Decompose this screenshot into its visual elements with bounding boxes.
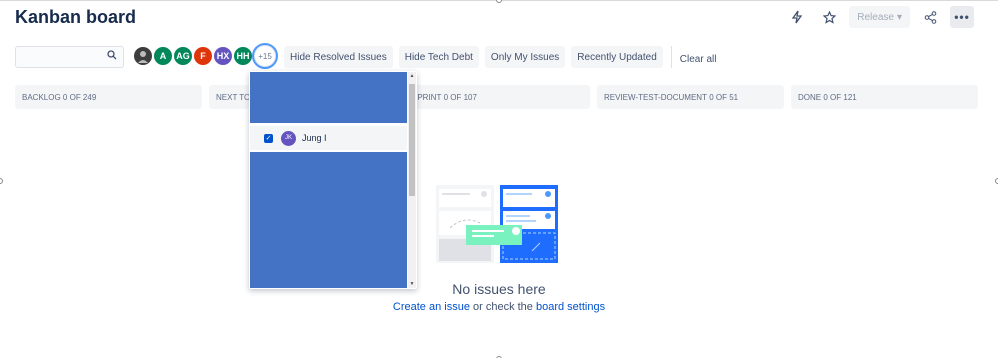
page-title: Kanban board: [15, 7, 137, 27]
filter-hide-tech-debt-button[interactable]: Hide Tech Debt: [398, 46, 479, 68]
scrollbar-thumb[interactable]: [409, 84, 415, 196]
column-name: DONE: [798, 92, 822, 102]
avatar[interactable]: A: [152, 45, 174, 67]
avatar[interactable]: F: [192, 45, 214, 67]
filter-only-my-issues-button[interactable]: Only My Issues: [484, 46, 566, 68]
column-name: BACKLOG: [22, 92, 61, 102]
assignee-dropdown: ✓ JK Jung I ▲ ▼: [249, 71, 417, 289]
search-input[interactable]: [15, 46, 124, 68]
empty-state-message: Create an issue or check the board setti…: [0, 301, 998, 313]
release-label: Release: [857, 11, 894, 23]
avatar-group: A AG F HX HH +15: [132, 43, 278, 69]
column-count: 0 of 121: [823, 92, 857, 102]
column-header-backlog: BACKLOG 0 of 249: [15, 85, 202, 109]
avatar: JK: [281, 130, 296, 146]
resize-handle[interactable]: [496, 0, 502, 3]
create-issue-link[interactable]: Create an issue: [393, 301, 470, 313]
column-count: 0 of 107: [443, 92, 477, 102]
assignee-name: Jung I: [302, 133, 327, 143]
release-button[interactable]: Release ▾: [849, 6, 910, 28]
divider: [670, 46, 672, 68]
column-name: REVIEW-TEST-DOCUMENT: [604, 92, 707, 102]
more-actions-button[interactable]: •••: [950, 6, 974, 28]
column-count: 0 of 249: [62, 92, 97, 102]
checkbox[interactable]: ✓: [264, 133, 273, 143]
avatar[interactable]: HX: [212, 45, 234, 67]
lightning-icon[interactable]: [785, 6, 809, 28]
resize-handle[interactable]: [0, 178, 3, 184]
filter-bar: A AG F HX HH +15 Hide Resolved Issues Hi…: [15, 43, 717, 69]
column-count: 0 of 51: [709, 92, 739, 102]
more-avatars-button[interactable]: +15: [252, 43, 278, 69]
board-columns: BACKLOG 0 of 249 NEXT TO SPRINT 0 of 107…: [15, 85, 978, 109]
scroll-down-icon[interactable]: ▼: [408, 280, 416, 288]
avatar[interactable]: HH: [232, 45, 254, 67]
column-name: NEXT TO: [216, 92, 251, 102]
share-icon[interactable]: [918, 6, 942, 28]
redacted-region: [250, 152, 407, 288]
assignee-option[interactable]: ✓ JK Jung I: [250, 126, 407, 150]
empty-board-illustration: [436, 185, 558, 263]
board-actions: Release ▾ •••: [785, 6, 974, 28]
star-icon[interactable]: [817, 6, 841, 28]
scrollbar[interactable]: ▲ ▼: [408, 72, 416, 288]
clear-all-link[interactable]: Clear all: [680, 54, 717, 65]
column-header-sprint: SPRINT 0 of 107: [403, 85, 590, 109]
board-settings-link[interactable]: board settings: [536, 301, 605, 313]
kanban-page: Kanban board Release ▾ ••• A AG F HX HH …: [0, 0, 998, 358]
filter-recently-updated-button[interactable]: Recently Updated: [571, 46, 663, 68]
search-icon: [107, 50, 117, 63]
column-header-done: DONE 0 of 121: [791, 85, 978, 109]
filter-hide-resolved-button[interactable]: Hide Resolved Issues: [284, 46, 393, 68]
empty-state-middle-text: or check the: [469, 301, 536, 313]
column-header-review: REVIEW-TEST-DOCUMENT 0 of 51: [597, 85, 784, 109]
chevron-down-icon: ▾: [896, 11, 902, 23]
avatar[interactable]: [132, 45, 154, 67]
avatar[interactable]: AG: [172, 45, 194, 67]
scroll-up-icon[interactable]: ▲: [408, 72, 416, 80]
redacted-region: [250, 72, 407, 123]
empty-state-title: No issues here: [452, 281, 546, 297]
